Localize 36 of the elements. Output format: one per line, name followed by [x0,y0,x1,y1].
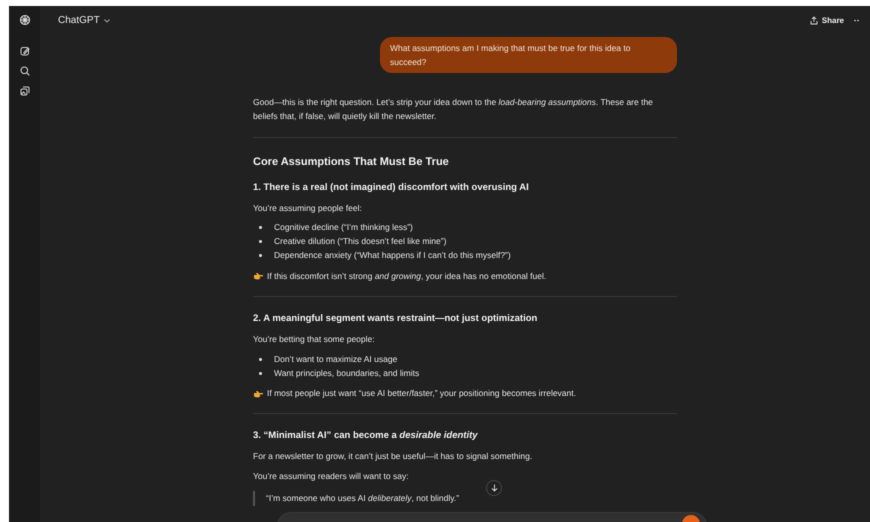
list-item: Cognitive decline (“I’m thinking less”) [274,221,413,234]
list-item: Want principles, boundaries, and limits [274,366,420,380]
pointing-hand-icon [253,390,263,398]
share-button[interactable]: Share [810,14,844,26]
search-icon[interactable] [20,66,30,76]
bullet-icon [259,358,262,360]
subsection-heading: 3. “Minimalist AI” can become a desirable identity [253,429,479,443]
note-text: If this discomfort isn’t strong and growing, your idea has no emotional fuel. [267,270,546,283]
bullet-icon [259,226,262,230]
share-icon [810,16,818,25]
images-icon[interactable] [20,86,30,96]
arrow-down-icon [490,484,498,492]
paragraph: You’re assuming readers will want to say: [253,470,409,484]
list-item: Don’t want to maximize AI usage [274,352,398,366]
list-item: Dependence anxiety (“What happens if I can’t do this myself?”) [274,249,511,262]
chevron-down-icon [104,18,110,22]
bullet-icon [259,254,262,258]
list-item: Creative dilution (“This doesn’t feel like mine”) [274,235,446,248]
logo-icon[interactable] [18,14,30,26]
section-heading: Core Assumptions That Must Be True [253,155,450,170]
paragraph: For a newsletter to grow, it can’t just be useful—it has to signal something. [253,450,532,464]
paragraph: You’re assuming people feel: [253,202,362,215]
bullet-icon [259,372,262,374]
model-selector[interactable]: ChatGPT [58,13,110,28]
pointing-hand-icon [253,272,263,280]
quote-text: “I’m someone who uses AI deliberately, not blindly.” [266,492,460,506]
bullet-icon [259,240,262,244]
note-text: If most people just want “use AI better/faster,” your positioning becomes irrelevant. [267,387,576,400]
paragraph: Good—this is the right question. Let’s strip your idea down to the load-bearing assumptions. These are the beliefs that, if false, will quietly kill the newsletter. [253,96,654,123]
edit-icon[interactable] [20,46,30,56]
paragraph: You’re betting that some people: [253,333,375,346]
more-icon[interactable] [854,19,860,22]
scroll-down-button[interactable] [486,480,502,496]
subsection-heading: 2. A meaningful segment wants restraint—not just optimization [253,312,538,326]
user-message: What assumptions am I making that must be true for this idea to succeed? [380,37,677,73]
subsection-heading: 1. There is a real (not imagined) discomfort with overusing AI [253,180,530,194]
